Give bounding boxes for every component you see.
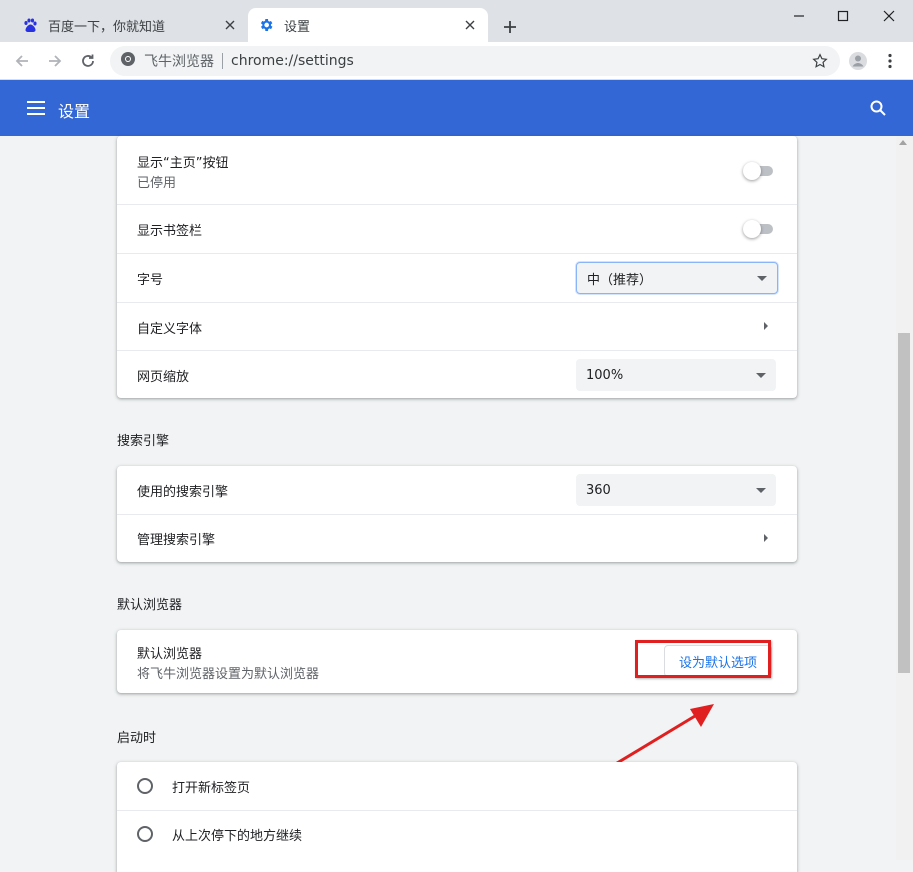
manage-search-engines-row[interactable]: 管理搜索引擎 [117,514,797,562]
custom-fonts-label: 自定义字体 [137,322,203,337]
highlight-box [635,640,771,678]
chrome-logo-icon [120,51,136,71]
default-browser-description: 将飞牛浏览器设置为默认浏览器 [137,667,320,682]
home-button-toggle[interactable] [743,162,775,180]
search-engine-select[interactable]: 360 [576,474,776,506]
tab-title: 设置 [284,19,311,35]
toggle-knob [743,220,761,238]
gear-icon [258,17,274,33]
browser-toolbar: 飞牛浏览器 chrome://settings [0,42,913,80]
search-icon[interactable] [866,96,890,120]
url-text[interactable]: chrome://settings [231,53,810,69]
startup-option-label: 打开新标签页 [172,781,251,796]
address-divider [222,53,223,69]
hamburger-menu-icon[interactable] [24,96,48,120]
home-button-label: 显示“主页”按钮 [137,156,229,171]
home-button-row: 显示“主页”按钮 已停用 [117,136,797,204]
radio-button[interactable] [137,778,153,794]
dropdown-caret-icon [757,275,767,281]
page-zoom-label: 网页缩放 [137,370,190,385]
search-engine-value: 360 [586,482,611,498]
back-button[interactable] [10,49,34,73]
new-tab-button[interactable] [499,16,521,38]
tab-baidu[interactable]: 百度一下，你就知道 [12,8,248,42]
close-tab-icon[interactable] [222,17,238,33]
manage-search-engines-label: 管理搜索引擎 [137,533,216,548]
reload-button[interactable] [76,49,100,73]
default-browser-heading: 默认浏览器 [117,598,183,613]
startup-option-continue[interactable]: 从上次停下的地方继续 [117,810,797,858]
baidu-paw-icon [22,17,38,33]
font-size-select[interactable]: 中（推荐） [576,262,778,294]
font-size-row: 字号 中（推荐） [117,253,797,302]
bookmarks-bar-row: 显示书签栏 [117,204,797,253]
startup-option-new-tab[interactable]: 打开新标签页 [117,762,797,810]
radio-button[interactable] [137,826,153,842]
profile-avatar-icon[interactable] [846,49,870,73]
dropdown-caret-icon [756,487,766,493]
close-window-button[interactable] [874,4,904,28]
page-zoom-row: 网页缩放 100% [117,350,797,398]
home-button-status: 已停用 [137,176,177,191]
search-engine-label: 使用的搜索引擎 [137,485,229,500]
page-zoom-select[interactable]: 100% [576,359,776,391]
custom-fonts-row[interactable]: 自定义字体 [117,302,797,350]
default-browser-label: 默认浏览器 [137,647,203,662]
page-title: 设置 [58,102,91,121]
close-tab-icon[interactable] [462,17,478,33]
bookmarks-bar-label: 显示书签栏 [137,224,203,239]
startup-option-label: 从上次停下的地方继续 [172,829,303,844]
more-menu-icon[interactable] [878,49,902,73]
chevron-right-icon [764,322,768,330]
toggle-knob [743,162,761,180]
on-startup-heading: 启动时 [117,731,157,746]
maximize-button[interactable] [828,4,858,28]
on-startup-card: 打开新标签页 从上次停下的地方继续 [117,762,797,872]
bookmarks-bar-toggle[interactable] [743,220,775,238]
search-engine-heading: 搜索引擎 [117,434,170,449]
dropdown-caret-icon [756,372,766,378]
address-bar[interactable]: 飞牛浏览器 chrome://settings [110,46,840,76]
tab-settings[interactable]: 设置 [248,8,488,42]
search-engine-card: 使用的搜索引擎 360 管理搜索引擎 [117,466,797,562]
search-engine-row: 使用的搜索引擎 360 [117,466,797,514]
font-size-value: 中（推荐） [587,272,653,288]
minimize-button[interactable] [784,4,814,28]
scroll-up-arrow-icon[interactable] [899,140,907,145]
chevron-right-icon [764,534,768,542]
tab-title: 百度一下，你就知道 [48,19,166,35]
appearance-card: 显示“主页”按钮 已停用 显示书签栏 字号 中（推荐） 自定义字体 网页缩放 1… [117,136,797,398]
settings-header: 设置 [0,80,913,136]
page-zoom-value: 100% [586,367,624,383]
scrollbar-thumb[interactable] [898,333,910,673]
site-name: 飞牛浏览器 [144,54,214,70]
font-size-label: 字号 [137,273,164,288]
bookmark-star-icon[interactable] [810,51,830,71]
tab-strip: 百度一下，你就知道 设置 [0,0,913,42]
forward-button[interactable] [43,49,67,73]
